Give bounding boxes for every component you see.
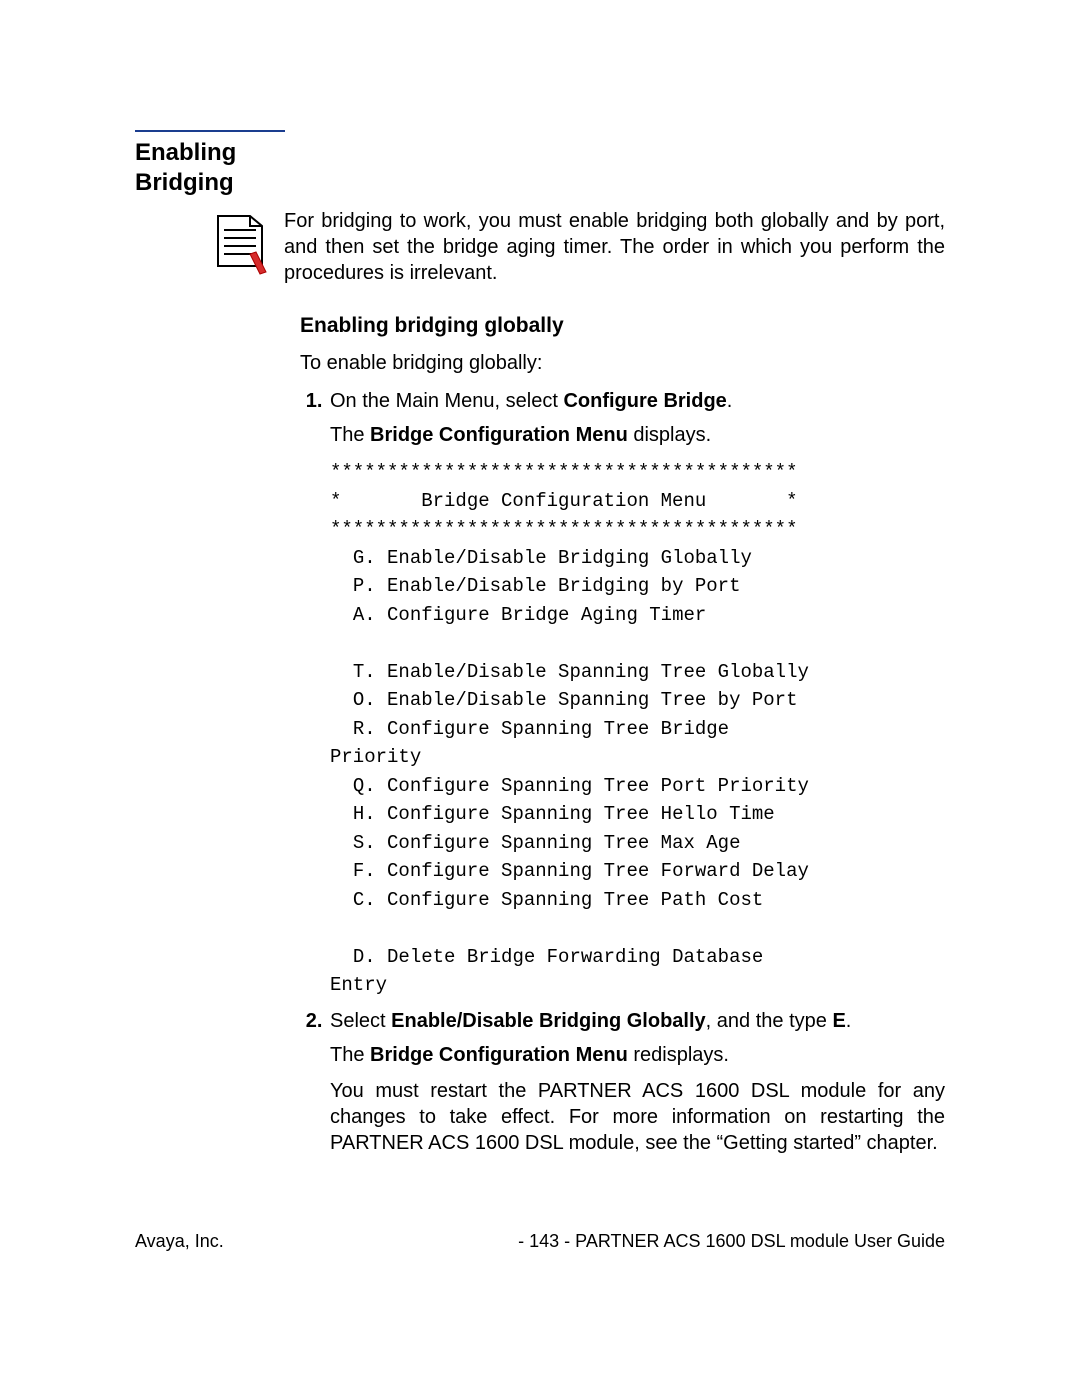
step-1-line2-bold: Bridge Configuration Menu bbox=[370, 424, 628, 446]
step-2-line2: The Bridge Configuration Menu redisplays… bbox=[330, 1042, 945, 1068]
step-2-mid: , and the type bbox=[706, 1010, 833, 1032]
intro-paragraph: For bridging to work, you must enable br… bbox=[284, 208, 945, 286]
section-title-line1: Enabling bbox=[135, 139, 236, 166]
step-1-bold1: Configure Bridge bbox=[563, 390, 726, 412]
step-1-line2: The Bridge Configuration Menu displays. bbox=[330, 422, 945, 448]
step-2-line2-post: redisplays. bbox=[628, 1044, 729, 1066]
section-title-line2: Bridging bbox=[135, 169, 234, 196]
step-1-pre: On the Main Menu, select bbox=[330, 390, 563, 412]
step-2-line2-pre: The bbox=[330, 1044, 370, 1066]
section-title: Enabling Bridging bbox=[135, 138, 945, 198]
footer-left: Avaya, Inc. bbox=[135, 1231, 224, 1252]
page-footer: Avaya, Inc. - 143 - PARTNER ACS 1600 DSL… bbox=[135, 1231, 945, 1252]
step-2-body: Select Enable/Disable Bridging Globally,… bbox=[328, 1008, 945, 1156]
footer-right: - 143 - PARTNER ACS 1600 DSL module User… bbox=[518, 1231, 945, 1252]
content-column: For bridging to work, you must enable br… bbox=[300, 208, 945, 1156]
note-row: For bridging to work, you must enable br… bbox=[210, 208, 945, 286]
step-2-post: . bbox=[846, 1010, 852, 1032]
lead-in: To enable bridging globally: bbox=[300, 350, 945, 376]
note-icon bbox=[210, 208, 272, 278]
step-1-line2-pre: The bbox=[330, 424, 370, 446]
page: Enabling Bridging For bridging to work, … bbox=[0, 0, 1080, 1156]
step-1: On the Main Menu, select Configure Bridg… bbox=[328, 388, 945, 1000]
step-1-line2-post: displays. bbox=[628, 424, 711, 446]
step-2-restart: You must restart the PARTNER ACS 1600 DS… bbox=[330, 1078, 945, 1156]
step-1-body: On the Main Menu, select Configure Bridg… bbox=[328, 388, 945, 1000]
sub-heading: Enabling bridging globally bbox=[300, 314, 945, 338]
bridge-config-menu: ****************************************… bbox=[330, 458, 945, 1000]
step-2-bold2: E bbox=[832, 1010, 845, 1032]
steps-list: On the Main Menu, select Configure Bridg… bbox=[300, 388, 945, 1156]
section-rule bbox=[135, 130, 285, 132]
step-2-pre: Select bbox=[330, 1010, 391, 1032]
step-2-line2-bold: Bridge Configuration Menu bbox=[370, 1044, 628, 1066]
step-2-bold1: Enable/Disable Bridging Globally bbox=[391, 1010, 706, 1032]
step-2: Select Enable/Disable Bridging Globally,… bbox=[328, 1008, 945, 1156]
step-1-post1: . bbox=[727, 390, 733, 412]
